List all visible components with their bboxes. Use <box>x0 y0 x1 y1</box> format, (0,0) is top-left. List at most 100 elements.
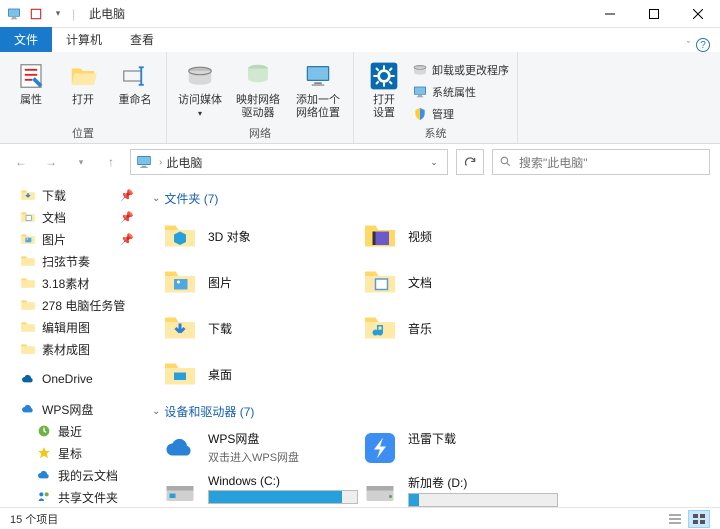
folder-icon <box>20 253 36 269</box>
sidebar-item-pic[interactable]: 图片📌 <box>0 228 144 250</box>
folder-label: 3D 对象 <box>208 228 251 245</box>
sidebar-item-star[interactable]: 星标 <box>0 442 144 464</box>
tab-file[interactable]: 文件 <box>0 27 52 52</box>
rename-button[interactable]: 重命名 <box>112 56 158 107</box>
pin-icon: 📌 <box>120 211 134 224</box>
quick-access-toolbar: ▾ | <box>0 6 81 22</box>
sysprops-button[interactable]: 系统属性 <box>412 82 509 102</box>
view-details-button[interactable] <box>664 510 686 528</box>
access-media-button[interactable]: 访问媒体 ▾ <box>175 56 225 120</box>
search-icon <box>499 155 513 169</box>
view-icons-button[interactable] <box>688 510 710 528</box>
sidebar-item-clouddoc[interactable]: 我的云文档 <box>0 464 144 486</box>
folder-icon <box>20 297 36 313</box>
sidebar-item-label: 星标 <box>58 445 82 462</box>
drives-section-header[interactable]: ⌄ 设备和驱动器 (7) <box>148 397 720 426</box>
ribbon-collapse-icon[interactable]: ˇ <box>687 40 690 50</box>
sidebar-item-label: 图片 <box>42 231 66 248</box>
clouddoc-icon <box>36 467 52 483</box>
folder-item-3d[interactable]: 3D 对象 <box>158 213 358 259</box>
folder-label: 下载 <box>208 320 232 337</box>
sidebar-item-label: 我的云文档 <box>58 467 118 484</box>
folder-item-desktop[interactable]: 桌面 <box>158 351 358 397</box>
sidebar-item-download[interactable]: 下载 📌 <box>0 184 144 206</box>
search-placeholder: 搜索"此电脑" <box>519 154 588 171</box>
sidebar-item-share[interactable]: 共享文件夹 <box>0 486 144 508</box>
address-text: 此电脑 <box>166 154 425 171</box>
qat-dropdown[interactable]: ▾ <box>50 6 66 22</box>
help-icon[interactable]: ? <box>696 38 710 52</box>
folder-item-download[interactable]: 下载 <box>158 305 358 351</box>
desktop-icon <box>162 356 198 392</box>
share-icon <box>36 489 52 505</box>
drive-item[interactable]: 新加卷 (D:)47.3 GB 可用，共 50.9 GB <box>358 470 558 510</box>
nav-area: ← → ▾ ↑ › 此电脑 ⌄ 搜索"此电脑" <box>0 144 720 180</box>
folder-icon <box>20 275 36 291</box>
sidebar-item-label: 下载 <box>42 187 66 204</box>
sidebar-item-folder[interactable]: 3.18素材 <box>0 272 144 294</box>
address-bar[interactable]: › 此电脑 ⌄ <box>130 149 448 175</box>
close-button[interactable] <box>676 0 720 28</box>
sidebar: 下载📌文档📌图片📌扫弦节奏3.18素材278 电脑任务管编辑用图素材成图OneD… <box>0 180 144 510</box>
tab-computer[interactable]: 计算机 <box>52 27 116 52</box>
folder-item-doc[interactable]: 文档 <box>358 259 558 305</box>
properties-button[interactable]: 属性 <box>8 56 54 107</box>
xunlei-icon <box>362 430 398 466</box>
sidebar-item-wps[interactable]: WPS网盘 <box>0 398 144 420</box>
folder-label: 音乐 <box>408 320 432 337</box>
sidebar-item-doc[interactable]: 文档📌 <box>0 206 144 228</box>
forward-button[interactable]: → <box>40 151 62 173</box>
up-button[interactable]: ↑ <box>100 151 122 173</box>
folder-item-music[interactable]: 音乐 <box>358 305 558 351</box>
qat-button[interactable] <box>28 6 44 22</box>
folders-section-header[interactable]: ⌄ 文件夹 (7) <box>148 184 720 213</box>
sidebar-item-label: 共享文件夹 <box>58 489 118 506</box>
manage-button[interactable]: 管理 <box>412 104 509 124</box>
recent-dropdown[interactable]: ▾ <box>70 151 92 173</box>
ribbon-group-system: 打开 设置 卸载或更改程序 系统属性 管理 系统 <box>354 52 518 143</box>
sidebar-item-folder[interactable]: 278 电脑任务管 <box>0 294 144 316</box>
pin-icon: 📌 <box>120 189 134 202</box>
drive-item[interactable]: Windows (C:)17.8 GB 可用，共 178 GB <box>158 470 358 510</box>
folder-icon <box>20 341 36 357</box>
status-bar: 15 个项目 <box>0 507 720 529</box>
ribbon-group-network: 访问媒体 ▾ 映射网络 驱动器 添加一个 网络位置 网络 <box>167 52 354 143</box>
folder-label: 文档 <box>408 274 432 291</box>
hdd-icon <box>362 474 398 510</box>
sidebar-item-folder[interactable]: 扫弦节奏 <box>0 250 144 272</box>
chevron-down-icon: ⌄ <box>152 406 160 417</box>
titlebar: ▾ | 此电脑 <box>0 0 720 28</box>
folder-label: 图片 <box>208 274 232 291</box>
chevron-down-icon: ⌄ <box>152 193 160 204</box>
drive-label: 新加卷 (D:) <box>408 474 558 491</box>
drive-label: Windows (C:) <box>208 474 358 488</box>
drive-label: WPS网盘 <box>208 430 354 447</box>
folder-item-video[interactable]: 视频 <box>358 213 558 259</box>
app-icon <box>6 6 22 22</box>
map-drive-button[interactable]: 映射网络 驱动器 <box>231 56 285 120</box>
drive-item[interactable]: 迅雷下载 <box>358 426 558 470</box>
drive-item[interactable]: WPS网盘双击进入WPS网盘 <box>158 426 358 470</box>
add-netloc-button[interactable]: 添加一个 网络位置 <box>291 56 345 120</box>
sidebar-item-folder[interactable]: 素材成图 <box>0 338 144 360</box>
item-count: 15 个项目 <box>10 511 58 527</box>
drive-label: 迅雷下载 <box>408 430 554 447</box>
refresh-button[interactable] <box>456 149 484 175</box>
folder-item-pic[interactable]: 图片 <box>158 259 358 305</box>
maximize-button[interactable] <box>632 0 676 28</box>
sidebar-item-folder[interactable]: 编辑用图 <box>0 316 144 338</box>
address-dropdown-icon[interactable]: ⌄ <box>425 157 443 168</box>
open-button[interactable]: 打开 <box>60 56 106 107</box>
capacity-bar <box>408 493 558 507</box>
open-settings-button[interactable]: 打开 设置 <box>362 56 406 120</box>
music-icon <box>362 310 398 346</box>
uninstall-button[interactable]: 卸载或更改程序 <box>412 60 509 80</box>
minimize-button[interactable] <box>588 0 632 28</box>
sidebar-item-label: WPS网盘 <box>42 401 93 418</box>
back-button[interactable]: ← <box>10 151 32 173</box>
sidebar-item-recent[interactable]: 最近 <box>0 420 144 442</box>
tab-view[interactable]: 查看 <box>116 27 168 52</box>
search-input[interactable]: 搜索"此电脑" <box>492 149 710 175</box>
sidebar-item-cloud[interactable]: OneDrive <box>0 368 144 390</box>
folder-label: 视频 <box>408 228 432 245</box>
